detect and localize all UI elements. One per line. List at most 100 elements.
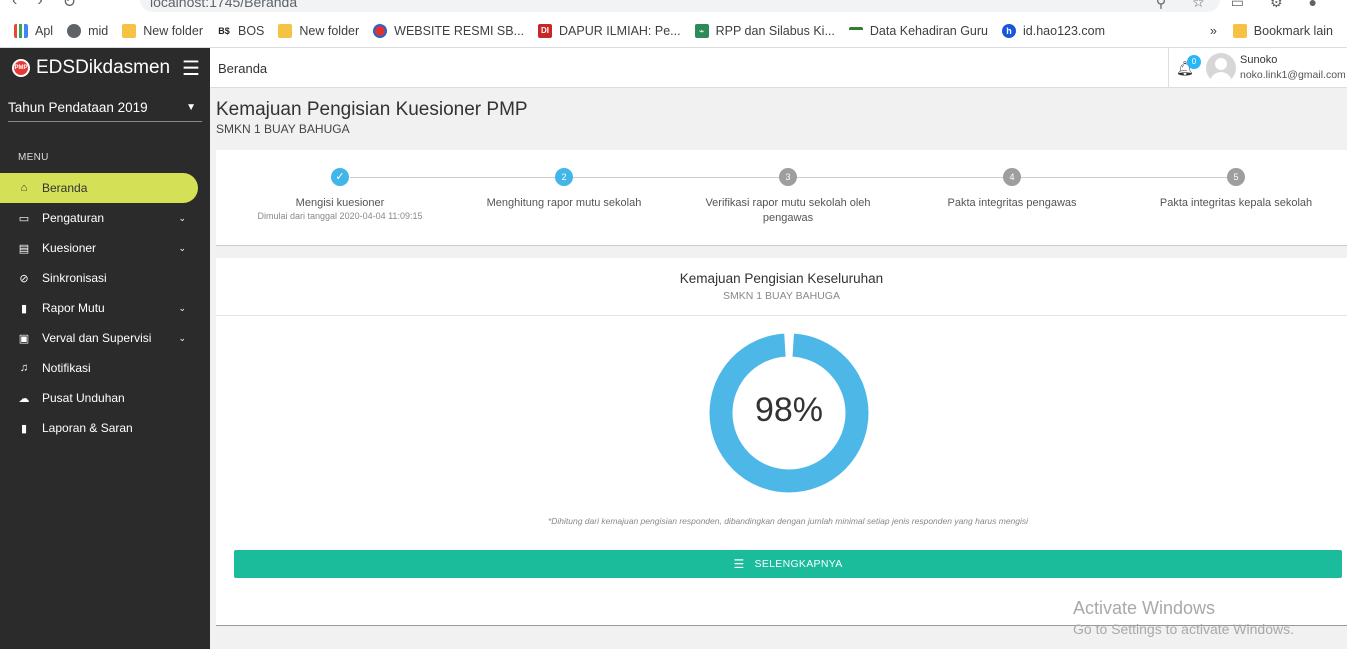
sidebar-item-notifikasi[interactable]: ♫ Notifikasi [0, 353, 210, 383]
user-email: noko.link1@gmail.com [1240, 69, 1346, 81]
bos-icon: B$ [218, 25, 230, 36]
reload-icon[interactable]: ↻ [63, 0, 76, 12]
sidebar-item-beranda[interactable]: ⌂ Beranda [0, 173, 198, 203]
bookmark-item[interactable]: B$ BOS [217, 24, 264, 38]
step-sublabel: Dimulai dari tanggal 2020-04-04 11:09:15 [257, 211, 423, 221]
sidebar-item-label: Verval dan Supervisi [42, 331, 152, 345]
avatar[interactable] [1206, 53, 1236, 83]
address-bar[interactable] [140, 0, 1220, 12]
note-book-icon: ▮ [20, 422, 28, 435]
sidebar-item-sinkronisasi[interactable]: ⊘ Sinkronisasi [0, 263, 210, 293]
bookmark-item[interactable]: Apl [14, 23, 53, 38]
chevron-down-icon: ⌄ [178, 212, 186, 223]
watermark-line-2: Go to Settings to activate Windows. [1073, 621, 1294, 637]
main-content: Kemajuan Pengisian Kuesioner PMP SMKN 1 … [210, 88, 1347, 649]
step-label: Pakta integritas kepala sekolah [1159, 197, 1313, 209]
rpp-icon: ⌁ [694, 23, 709, 38]
step-4: 4 Pakta integritas pengawas [902, 168, 1122, 211]
sidebar-item-label: Pusat Unduhan [42, 391, 125, 405]
user-name[interactable]: Sunoko [1240, 54, 1277, 66]
overall-progress-card: Kemajuan Pengisian Keseluruhan SMKN 1 BU… [216, 258, 1347, 626]
home-icon: ⌂ [20, 182, 28, 194]
caret-down-icon: ▼ [186, 102, 196, 113]
sidebar-item-rapor-mutu[interactable]: ▮ Rapor Mutu ⌄ [0, 293, 210, 323]
bookmark-item[interactable]: New folder [122, 23, 203, 38]
bookmarks-bar: Apl mid New folder B$ BOS New folder WEBS… [0, 14, 1347, 48]
website-icon [373, 23, 388, 38]
step-3: 3 Verifikasi rapor mutu sekolah oleh pen… [678, 168, 898, 226]
forward-icon[interactable]: › [37, 0, 42, 12]
step-label: Pakta integritas pengawas [947, 197, 1077, 209]
back-icon[interactable]: ‹ [12, 0, 17, 12]
address-url[interactable]: localhost:1745/Beranda [150, 0, 297, 10]
sidebar-item-label: Beranda [42, 181, 88, 195]
menu-heading: MENU [18, 152, 49, 163]
bookmark-item[interactable]: New folder [278, 23, 359, 38]
step-5: 5 Pakta integritas kepala sekolah [1126, 168, 1346, 211]
selengkapnya-button[interactable]: ☰ SELENGKAPNYA [234, 550, 1342, 578]
sidebar-item-label: Sinkronisasi [42, 271, 107, 285]
bookmark-item[interactable]: DI DAPUR ILMIAH: Pe... [538, 23, 681, 38]
globe-icon [67, 23, 82, 38]
folder-icon [122, 23, 137, 38]
watermark-line-1: Activate Windows [1073, 598, 1216, 618]
progress-title: Kemajuan Pengisian Keseluruhan [679, 271, 884, 286]
sidebar-item-label: Pengaturan [42, 211, 105, 225]
bookmarks-more-button[interactable]: » [1210, 24, 1217, 38]
notification-count-badge: 0 [1187, 55, 1201, 69]
data-icon [848, 26, 863, 35]
star-icon[interactable]: ☆ [1192, 0, 1205, 11]
bookmark-item[interactable]: WEBSITE RESMI SB... [373, 23, 524, 38]
sidebar-item-label: Notifikasi [42, 361, 91, 375]
bookmarks-overflow: » Bookmark lain [1210, 23, 1333, 38]
chevron-down-icon: ⌄ [178, 242, 186, 253]
page-title: Kemajuan Pengisian Kuesioner PMP [216, 99, 528, 120]
gear-icon[interactable]: ⚙ [1270, 0, 1283, 11]
windows-activation-watermark: Activate Windows Go to Settings to activ… [1073, 598, 1294, 637]
step-label: Menghitung rapor mutu sekolah [486, 197, 642, 209]
sidebar-item-pengaturan[interactable]: ▭ Pengaturan ⌄ [0, 203, 210, 233]
bookmark-item[interactable]: ⌁ RPP dan Silabus Ki... [694, 23, 835, 38]
cloud-download-icon: ☁ [18, 392, 30, 405]
breadcrumb[interactable]: Beranda [218, 61, 267, 76]
progress-note: *Dihitung dari kemajuan pengisian respon… [547, 516, 1029, 526]
sidebar-item-verval-supervisi[interactable]: ▣ Verval dan Supervisi ⌄ [0, 323, 210, 353]
button-label: SELENGKAPNYA [754, 558, 843, 570]
other-bookmarks[interactable]: Bookmark lain [1232, 23, 1333, 38]
sidebar-item-laporan-saran[interactable]: ▮ Laporan & Saran [0, 413, 210, 443]
profile-icon[interactable]: ● [1309, 0, 1317, 11]
folder-icon [1232, 23, 1247, 38]
folder-icon [278, 23, 293, 38]
list-icon: ☰ [733, 557, 745, 571]
hao-icon: h [1002, 23, 1017, 38]
year-select[interactable]: Tahun Pendataan 2019 ▼ [8, 94, 202, 122]
sidebar-item-pusat-unduhan[interactable]: ☁ Pusat Unduhan [0, 383, 210, 413]
search-icon[interactable]: ⚲ [1156, 0, 1166, 11]
report-book-icon: ▮ [20, 302, 28, 315]
chevron-down-icon: ⌄ [178, 302, 186, 313]
pmp-logo-icon: PMP [12, 59, 30, 77]
hamburger-menu-icon[interactable]: ☰ [182, 56, 200, 81]
browser-toolbar: ‹ › ↻ localhost:1745/Beranda ⚲ ☆ ▭ ⚙ ● [0, 0, 1347, 14]
questionnaire-icon: ▤ [18, 242, 30, 255]
sidebar-menu: ⌂ Beranda ▭ Pengaturan ⌄ ▤ Kuesioner ⌄ ⊘… [0, 173, 210, 443]
progress-stepper: ✓ Mengisi kuesioner Dimulai dari tanggal… [216, 150, 1347, 246]
step-2: 2 Menghitung rapor mutu sekolah [454, 168, 674, 211]
sidebar-item-label: Kuesioner [42, 241, 97, 255]
verify-icon: ▣ [18, 332, 30, 345]
monitor-icon: ▭ [18, 212, 30, 225]
step-number: 3 [779, 168, 797, 186]
browser-nav: ‹ › ↻ [12, 0, 76, 12]
progress-percent: 98% [754, 391, 824, 429]
brand: PMP EDSDikdasmen ☰ [0, 48, 210, 88]
step-1: ✓ Mengisi kuesioner Dimulai dari tanggal… [230, 168, 450, 221]
topbar-divider [1168, 48, 1169, 88]
brand-title[interactable]: EDSDikdasmen [36, 57, 170, 79]
step-label: Mengisi kuesioner [295, 197, 385, 209]
step-number: 4 [1003, 168, 1021, 186]
sidebar-item-kuesioner[interactable]: ▤ Kuesioner ⌄ [0, 233, 210, 263]
bookmark-item[interactable]: mid [67, 23, 108, 38]
bookmark-item[interactable]: h id.hao123.com [1002, 23, 1105, 38]
bookmark-item[interactable]: Data Kehadiran Guru [848, 24, 988, 38]
extension-icon[interactable]: ▭ [1231, 0, 1244, 11]
